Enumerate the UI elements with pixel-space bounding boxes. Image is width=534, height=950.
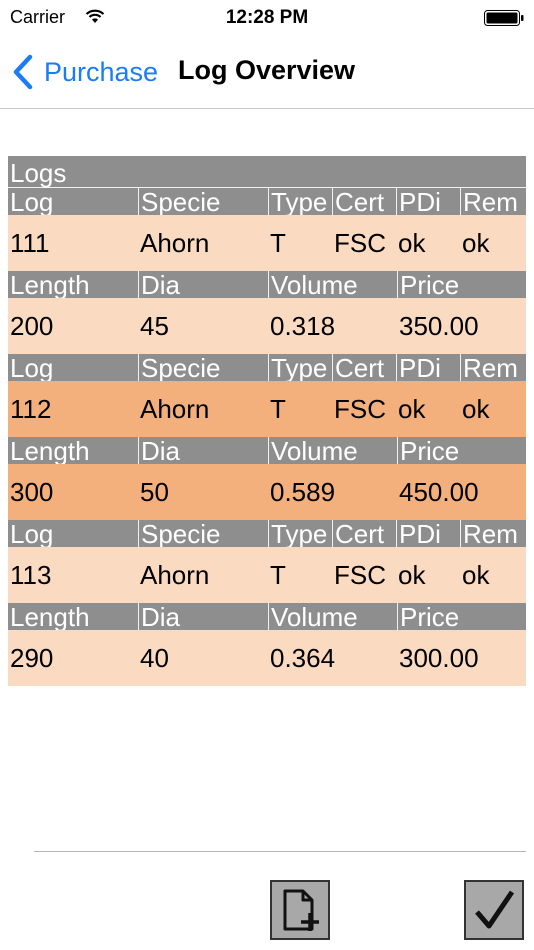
log-row-112[interactable]: 112 Ahorn T FSC ok ok <box>8 381 526 437</box>
back-button-label: Purchase <box>44 56 159 87</box>
log-price: 450.00 <box>399 477 479 507</box>
col-volume-header: Volume <box>268 603 397 630</box>
status-bar: Carrier 12:28 PM <box>0 0 534 36</box>
col-length-header: Length <box>10 437 90 464</box>
measure-header-row: Length Dia Volume Price <box>8 437 526 464</box>
log-header-row: Log Specie Type Cert PDi Rem <box>8 520 526 547</box>
col-length-header: Length <box>10 603 90 630</box>
checkmark-icon <box>475 890 515 929</box>
log-type: T <box>270 560 286 590</box>
col-dia-header: Dia <box>138 603 268 630</box>
log-length: 300 <box>10 477 54 507</box>
col-pdi-header: PDi <box>396 354 460 381</box>
col-log-header: Log <box>10 354 54 381</box>
col-cert-header: Cert <box>332 520 396 547</box>
battery-icon <box>484 10 524 26</box>
log-header-row: Log Specie Type Cert PDi Rem <box>8 188 526 215</box>
table-title: Logs <box>8 156 526 188</box>
measure-header-row: Length Dia Volume Price <box>8 603 526 630</box>
measure-row-112[interactable]: 300 50 0.589 450.00 <box>8 464 526 520</box>
log-dia: 45 <box>140 311 169 341</box>
col-dia-header: Dia <box>138 271 268 298</box>
log-cert: FSC <box>334 394 386 424</box>
log-number: 112 <box>10 394 52 424</box>
col-price-header: Price <box>397 271 526 298</box>
col-rem-header: Rem <box>460 520 524 547</box>
clock: 12:28 PM <box>225 7 309 28</box>
log-dia: 50 <box>140 477 169 507</box>
log-number: 111 <box>10 228 50 258</box>
col-pdi-header: PDi <box>396 520 460 547</box>
chevron-left-icon <box>13 54 33 90</box>
col-log-header: Log <box>10 188 54 215</box>
log-rem: ok <box>462 228 490 258</box>
col-log-header: Log <box>10 520 54 547</box>
log-rem: ok <box>462 394 490 424</box>
log-number: 113 <box>10 560 52 590</box>
log-pdi: ok <box>398 228 426 258</box>
log-specie: Ahorn <box>140 228 210 258</box>
log-rem: ok <box>462 560 490 590</box>
log-type: T <box>270 228 286 258</box>
log-header-row: Log Specie Type Cert PDi Rem <box>8 354 526 381</box>
col-rem-header: Rem <box>460 354 524 381</box>
col-volume-header: Volume <box>268 437 397 464</box>
col-pdi-header: PDi <box>396 188 460 215</box>
navigation-bar: Purchase Log Overview <box>0 36 534 109</box>
page-title: Log Overview <box>178 55 356 85</box>
col-type-header: Type <box>268 520 332 547</box>
log-pdi: ok <box>398 560 426 590</box>
log-row-113[interactable]: 113 Ahorn T FSC ok ok <box>8 547 526 603</box>
col-volume-header: Volume <box>268 271 397 298</box>
col-cert-header: Cert <box>332 354 396 381</box>
log-dia: 40 <box>140 643 169 673</box>
log-specie: Ahorn <box>140 560 210 590</box>
toolbar-divider <box>34 851 526 852</box>
log-length: 290 <box>10 643 54 673</box>
col-price-header: Price <box>397 437 526 464</box>
log-price: 300.00 <box>399 643 479 673</box>
log-price: 350.00 <box>399 311 479 341</box>
col-dia-header: Dia <box>138 437 268 464</box>
log-volume: 0.318 <box>270 311 336 341</box>
log-row-111[interactable]: 111 Ahorn T FSC ok ok <box>8 215 526 271</box>
col-specie-header: Specie <box>138 188 268 215</box>
col-type-header: Type <box>268 188 332 215</box>
col-price-header: Price <box>397 603 526 630</box>
col-type-header: Type <box>268 354 332 381</box>
col-specie-header: Specie <box>138 520 268 547</box>
logs-table: Logs Log Specie Type Cert PDi Rem 111 Ah… <box>8 156 526 686</box>
confirm-button[interactable] <box>464 880 524 940</box>
col-specie-header: Specie <box>138 354 268 381</box>
log-cert: FSC <box>334 228 386 258</box>
new-document-icon <box>283 889 319 931</box>
log-length: 200 <box>10 311 54 341</box>
measure-header-row: Length Dia Volume Price <box>8 271 526 298</box>
measure-row-113[interactable]: 290 40 0.364 300.00 <box>8 630 526 686</box>
log-specie: Ahorn <box>140 394 210 424</box>
col-cert-header: Cert <box>332 188 396 215</box>
col-length-header: Length <box>10 271 90 298</box>
log-pdi: ok <box>398 394 426 424</box>
back-button[interactable]: Purchase <box>12 54 158 90</box>
log-type: T <box>270 394 286 424</box>
log-volume: 0.364 <box>270 643 336 673</box>
add-log-button[interactable] <box>270 880 330 940</box>
log-cert: FSC <box>334 560 386 590</box>
col-rem-header: Rem <box>460 188 524 215</box>
log-volume: 0.589 <box>270 477 336 507</box>
measure-row-111[interactable]: 200 45 0.318 350.00 <box>8 298 526 354</box>
